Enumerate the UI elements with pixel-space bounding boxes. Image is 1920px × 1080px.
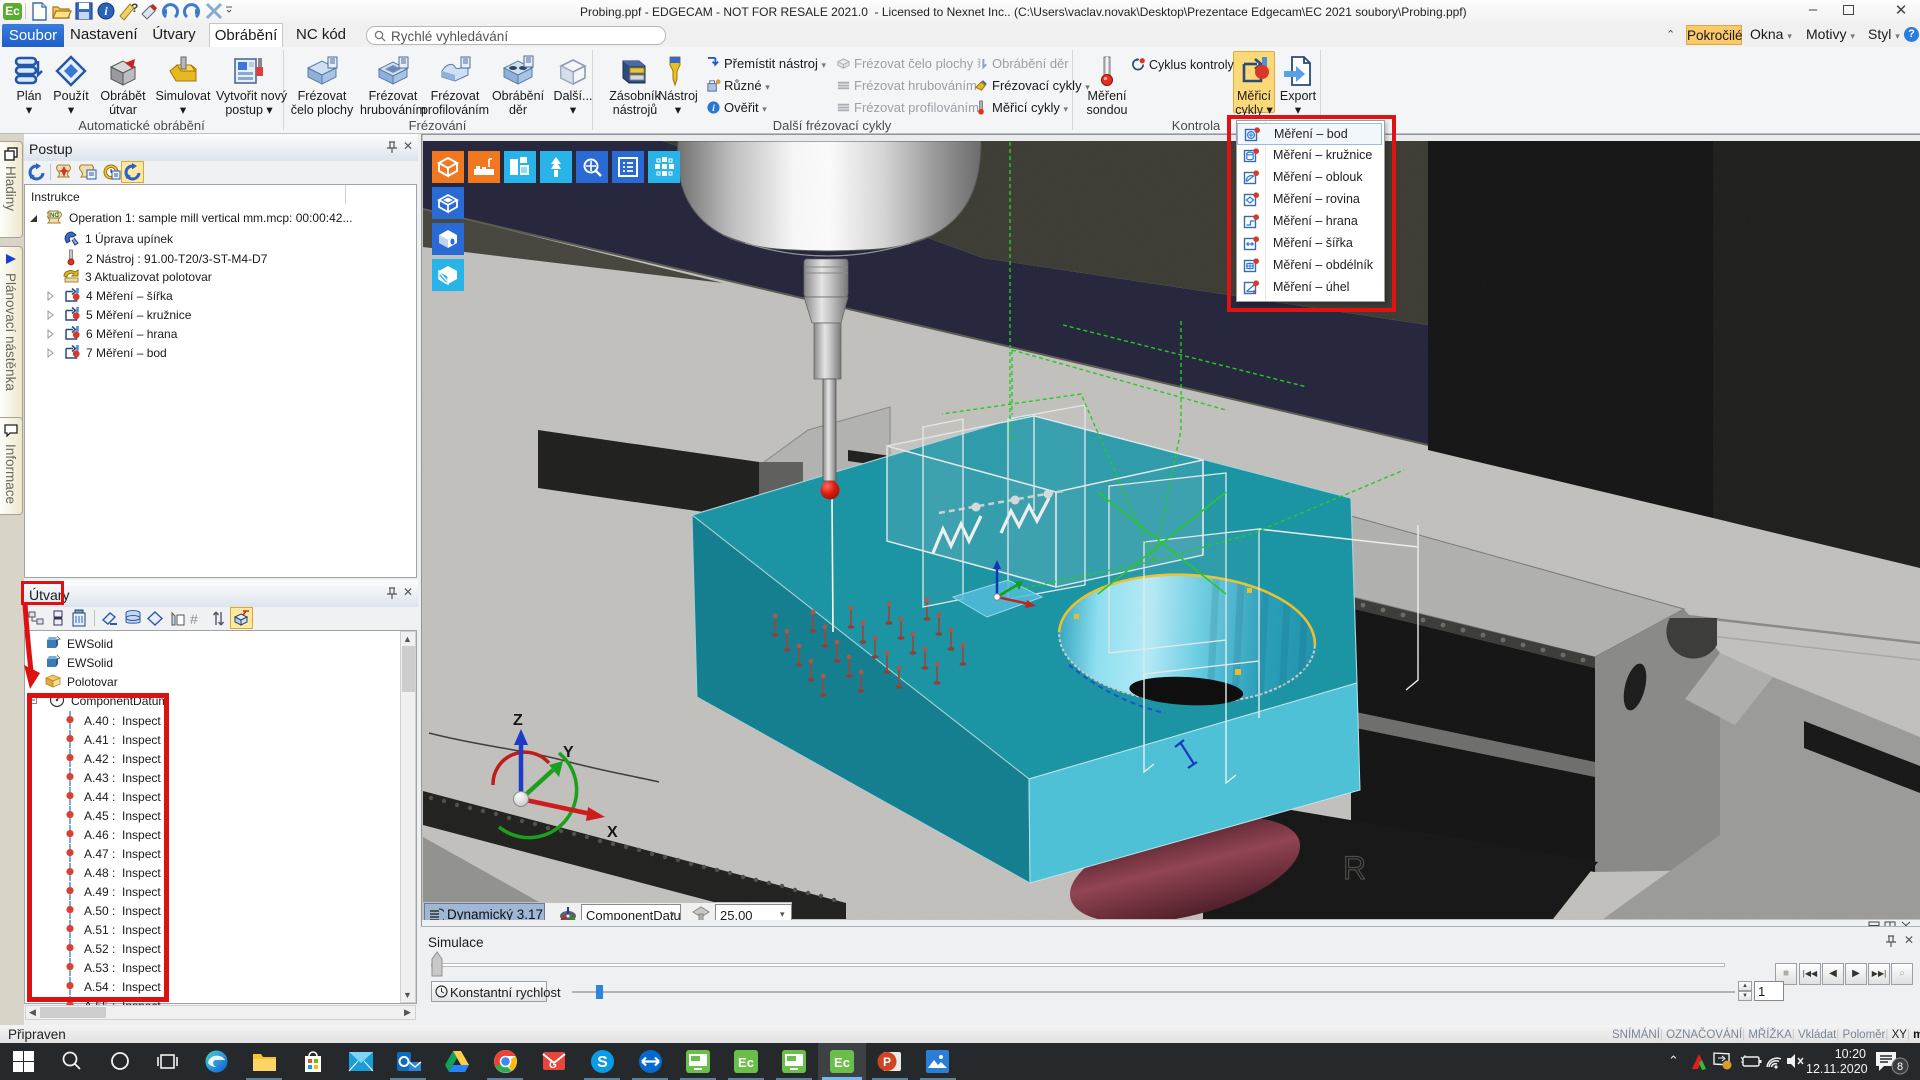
svg-text:S: S [597,1054,608,1071]
svg-text:G: G [549,1060,557,1071]
svg-text:P: P [883,1055,891,1069]
svg-text:Ec: Ec [738,1055,754,1070]
svg-text:NC: NC [50,213,59,219]
svg-text:8: 8 [1897,1061,1903,1073]
svg-text:Ec: Ec [834,1055,850,1070]
svg-text:?: ? [131,1,138,15]
svg-text:i: i [712,104,715,114]
